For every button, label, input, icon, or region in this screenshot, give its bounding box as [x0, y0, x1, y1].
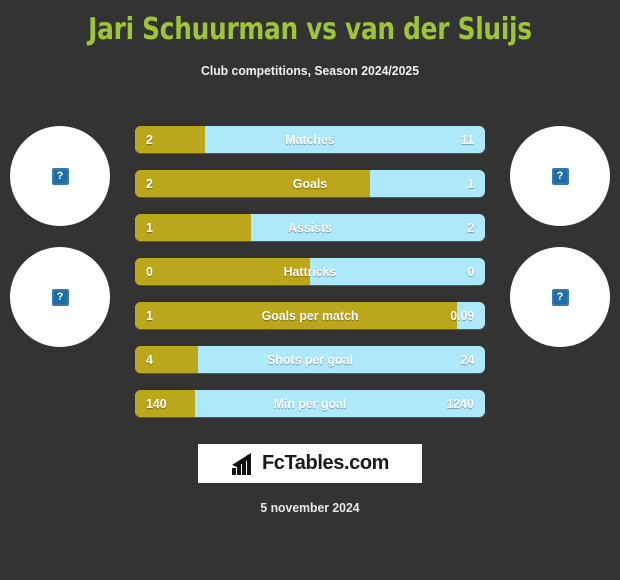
stat-row: 2 Goals 1	[135, 170, 485, 197]
stat-value-right: 1	[467, 176, 474, 191]
stat-value-right: 0	[467, 264, 474, 279]
stat-label: Shots per goal	[267, 352, 353, 367]
stat-row: 2 Matches 11	[135, 126, 485, 153]
stat-label: Assists	[288, 220, 332, 235]
bar-chart-icon	[231, 452, 251, 475]
stat-comparison-bars: 2 Matches 11 2 Goals 1 1 Assists 2 0 Hattricks 0 1 Go…	[135, 126, 485, 434]
avatar-player-right-bottom: ?	[510, 247, 610, 347]
stat-row: 1 Goals per match 0.09	[135, 302, 485, 329]
stat-value-right: 11	[460, 132, 474, 147]
stat-label: Matches	[285, 132, 335, 147]
stat-value-right: 0.09	[449, 308, 474, 323]
broken-image-icon: ?	[551, 288, 569, 306]
page-subtitle: Club competitions, Season 2024/2025	[200, 63, 419, 78]
stat-value-right: 2	[467, 220, 474, 235]
broken-image-icon: ?	[51, 167, 69, 185]
stat-label: Hattricks	[283, 264, 337, 279]
fctables-logo: FcTables.com	[198, 444, 422, 483]
stat-value-right: 1240	[446, 396, 474, 411]
stat-label: Min per goal	[273, 396, 347, 411]
stat-label: Goals	[292, 176, 328, 191]
stat-row: 140 Min per goal 1240	[135, 390, 485, 417]
avatar-player-right-top: ?	[510, 126, 610, 226]
stat-value-right: 24	[460, 352, 474, 367]
broken-image-icon: ?	[551, 167, 569, 185]
stat-row: 0 Hattricks 0	[135, 258, 485, 285]
avatar-player-left-bottom: ?	[10, 247, 110, 347]
report-date: 5 november 2024	[260, 500, 360, 515]
page-title: Jari Schuurman vs van der Sluijs	[88, 12, 532, 47]
logo-text: FcTables.com	[261, 452, 390, 474]
broken-image-icon: ?	[51, 288, 69, 306]
stat-row: 4 Shots per goal 24	[135, 346, 485, 373]
stat-label: Goals per match	[261, 308, 359, 323]
stat-row: 1 Assists 2	[135, 214, 485, 241]
avatar-player-left-top: ?	[10, 126, 110, 226]
